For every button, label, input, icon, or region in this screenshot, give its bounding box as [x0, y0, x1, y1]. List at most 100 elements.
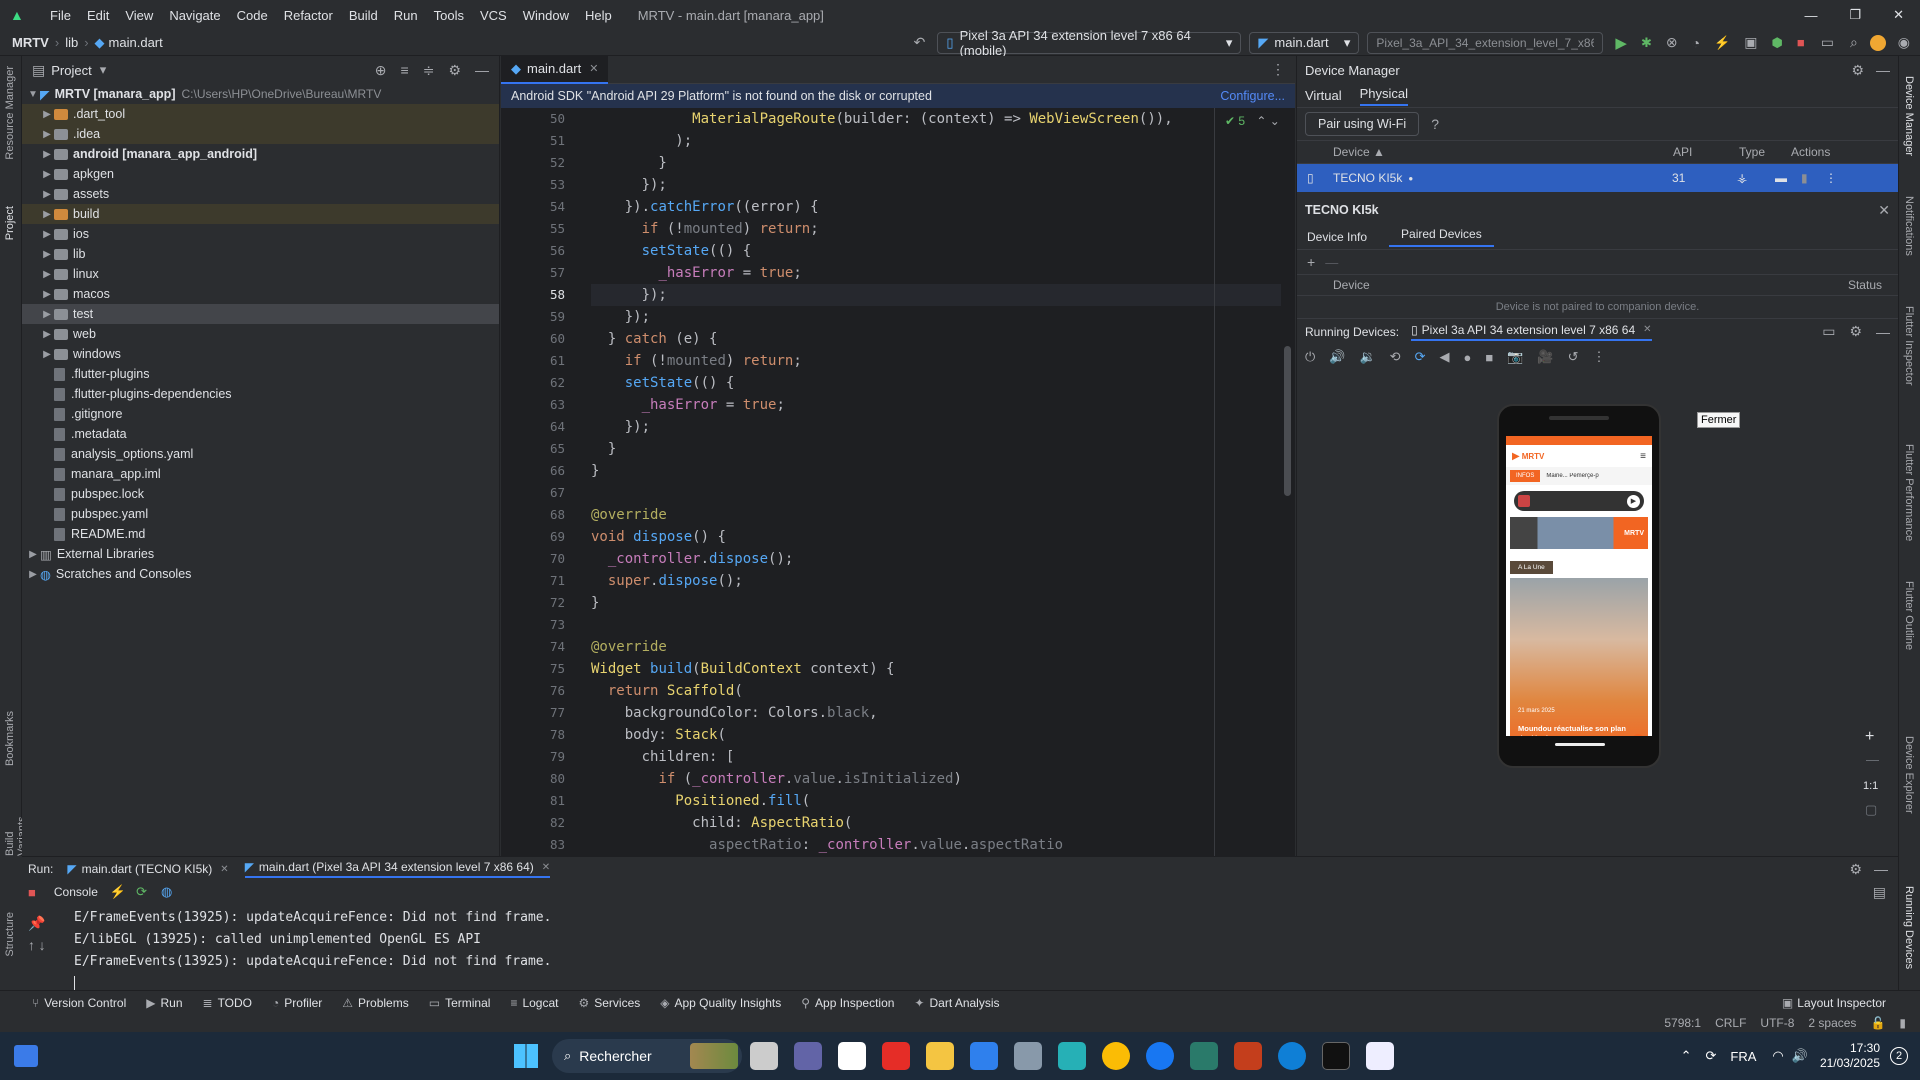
bottom-tool-app-inspection[interactable]: ⚲ App Inspection [801, 996, 894, 1010]
line-number[interactable]: 51 [501, 130, 575, 152]
code-line[interactable]: _hasError = true; [591, 262, 1281, 284]
tab-device-info[interactable]: Device Info [1307, 230, 1367, 244]
notification-badge[interactable]: 2 [1890, 1047, 1908, 1065]
chevron-right-icon[interactable]: ▶ [40, 249, 54, 260]
line-separator[interactable]: CRLF [1715, 1016, 1746, 1030]
volume-down-icon[interactable]: 🔉 [1359, 349, 1375, 365]
line-number[interactable]: 56 [501, 240, 575, 262]
gear-icon[interactable]: ⚙ [1849, 323, 1862, 340]
code-area[interactable]: MaterialPageRoute(builder: (context) => … [591, 108, 1281, 856]
stop-icon[interactable]: ■ [28, 885, 36, 900]
tab-paired-devices[interactable]: Paired Devices [1389, 227, 1494, 247]
code-line[interactable]: } [591, 460, 1281, 482]
stop-icon[interactable]: ■ [1797, 35, 1805, 50]
layout-icon[interactable]: ▤ [1873, 884, 1886, 901]
layout-inspector-button[interactable]: ▣ Layout Inspector [1782, 996, 1886, 1010]
record-icon[interactable]: 🎥 [1537, 349, 1553, 365]
windows-widget-icon[interactable] [14, 1045, 38, 1067]
hot-reload-icon[interactable]: ⚡ [1714, 35, 1730, 51]
collapse-all-icon[interactable]: ≑ [423, 62, 435, 79]
lock-icon[interactable]: 🔓 [1870, 1016, 1885, 1030]
line-number[interactable]: 73 [501, 614, 575, 636]
pair-wifi-button[interactable]: Pair using Wi-Fi [1305, 112, 1420, 136]
line-number[interactable]: 57 [501, 262, 575, 284]
chevron-right-icon[interactable]: ▶ [40, 229, 54, 240]
code-line[interactable]: aspectRatio: _controller.value.aspectRat… [591, 834, 1281, 856]
tool-structure[interactable]: Structure [4, 912, 16, 957]
line-number[interactable]: 83 [501, 834, 575, 856]
chevron-down-icon[interactable]: ▾ [100, 62, 107, 78]
running-device-tab[interactable]: ▯ Pixel 3a API 34 extension level 7 x86 … [1411, 323, 1652, 341]
tool-notifications[interactable]: Notifications [1903, 196, 1915, 256]
hide-panel-icon[interactable]: — [1876, 62, 1890, 78]
console-output[interactable]: E/FrameEvents(13925): updateAcquireFence… [74, 907, 551, 992]
chevron-right-icon[interactable]: ▶ [40, 169, 54, 180]
bottom-tool-problems[interactable]: ⚠ Problems [342, 996, 408, 1010]
tree-item[interactable]: ▶ macos [22, 284, 499, 304]
expand-all-icon[interactable]: ≡ [401, 62, 409, 78]
tree-item[interactable]: ▶ windows [22, 344, 499, 364]
code-line[interactable]: _hasError = true; [591, 394, 1281, 416]
notepad-icon[interactable] [1366, 1042, 1394, 1070]
overview-nav-icon[interactable]: ■ [1485, 350, 1493, 365]
gear-icon[interactable]: ⚙ [1851, 62, 1864, 79]
play-icon[interactable]: ▶ [1627, 494, 1640, 508]
code-line[interactable]: child: AspectRatio( [591, 812, 1281, 834]
tree-item[interactable]: .metadata [22, 424, 499, 444]
apply-changes-icon[interactable]: ▣ [1744, 34, 1757, 51]
window-icon[interactable]: ▭ [1822, 323, 1835, 340]
line-number[interactable]: 80 [501, 768, 575, 790]
clock-time[interactable]: 17:30 [1820, 1041, 1880, 1056]
line-number[interactable]: 72 [501, 592, 575, 614]
tree-scratches[interactable]: ▶ ◍ Scratches and Consoles [22, 564, 499, 584]
code-line[interactable]: } [591, 438, 1281, 460]
edge-icon[interactable] [1278, 1042, 1306, 1070]
tree-item[interactable]: ▶ web [22, 324, 499, 344]
paired-column-status[interactable]: Status [1848, 278, 1882, 292]
tree-item[interactable]: ▶ android [manara_app_android] [22, 144, 499, 164]
edge-dev-icon[interactable] [1058, 1042, 1086, 1070]
tree-root[interactable]: ▼ ◤ MRTV [manara_app] C:\Users\HP\OneDri… [22, 84, 499, 104]
code-line[interactable]: } [591, 152, 1281, 174]
menu-run[interactable]: Run [386, 8, 426, 23]
chrome-icon[interactable] [1102, 1042, 1130, 1070]
speaker-icon[interactable]: 🔊 [1792, 1048, 1808, 1064]
tool-bookmarks[interactable]: Bookmarks [4, 711, 16, 766]
hot-restart-icon[interactable]: ⟳ [136, 884, 147, 900]
magnifier-app-icon[interactable] [1190, 1042, 1218, 1070]
hamburger-menu-icon[interactable]: ≡ [1640, 451, 1646, 462]
phone-screen[interactable]: ▶ MRTV ≡ INFOS Mairie... Pemerçe-p ▶ MRT… [1506, 436, 1652, 736]
phone-frame[interactable]: ▶ MRTV ≡ INFOS Mairie... Pemerçe-p ▶ MRT… [1497, 404, 1661, 768]
menu-window[interactable]: Window [515, 8, 577, 23]
help-icon[interactable]: ? [1431, 116, 1439, 132]
tool-flutter-inspector[interactable]: Flutter Inspector [1903, 306, 1915, 385]
column-api[interactable]: API [1673, 145, 1739, 159]
code-line[interactable]: @override [591, 504, 1281, 526]
windows-start-icon[interactable] [514, 1044, 538, 1068]
menu-edit[interactable]: Edit [79, 8, 117, 23]
tree-item[interactable]: ▶ apkgen [22, 164, 499, 184]
project-panel-title[interactable]: Project [51, 63, 91, 78]
tree-item[interactable]: ▶ test [22, 304, 499, 324]
code-line[interactable]: @override [591, 636, 1281, 658]
line-number[interactable]: 54 [501, 196, 575, 218]
tab-physical[interactable]: Physical [1359, 86, 1409, 106]
code-line[interactable]: if (_controller.value.isInitialized) [591, 768, 1281, 790]
configure-link[interactable]: Configure... [1220, 89, 1285, 103]
line-number[interactable]: 61 [501, 350, 575, 372]
breadcrumb-project[interactable]: MRTV [12, 35, 49, 50]
tree-item[interactable]: .flutter-plugins [22, 364, 499, 384]
open-folder-icon[interactable]: ▬ [1775, 171, 1787, 185]
tool-project[interactable]: Project [4, 206, 16, 240]
phone-audio-player[interactable]: ▶ [1514, 491, 1644, 511]
attach-icon[interactable]: ⊗ [1666, 34, 1678, 51]
close-icon[interactable]: ✕ [542, 862, 550, 873]
line-number[interactable]: 79 [501, 746, 575, 768]
code-line[interactable]: }); [591, 284, 1281, 306]
tree-item[interactable]: pubspec.lock [22, 484, 499, 504]
sync-tray-icon[interactable]: ⟳ [1706, 1048, 1717, 1064]
scroll-up-icon[interactable]: ↑ [28, 937, 35, 959]
bottom-tool-services[interactable]: ⚙ Services [578, 996, 640, 1010]
facebook-icon[interactable] [1146, 1042, 1174, 1070]
indent-setting[interactable]: 2 spaces [1808, 1016, 1856, 1030]
